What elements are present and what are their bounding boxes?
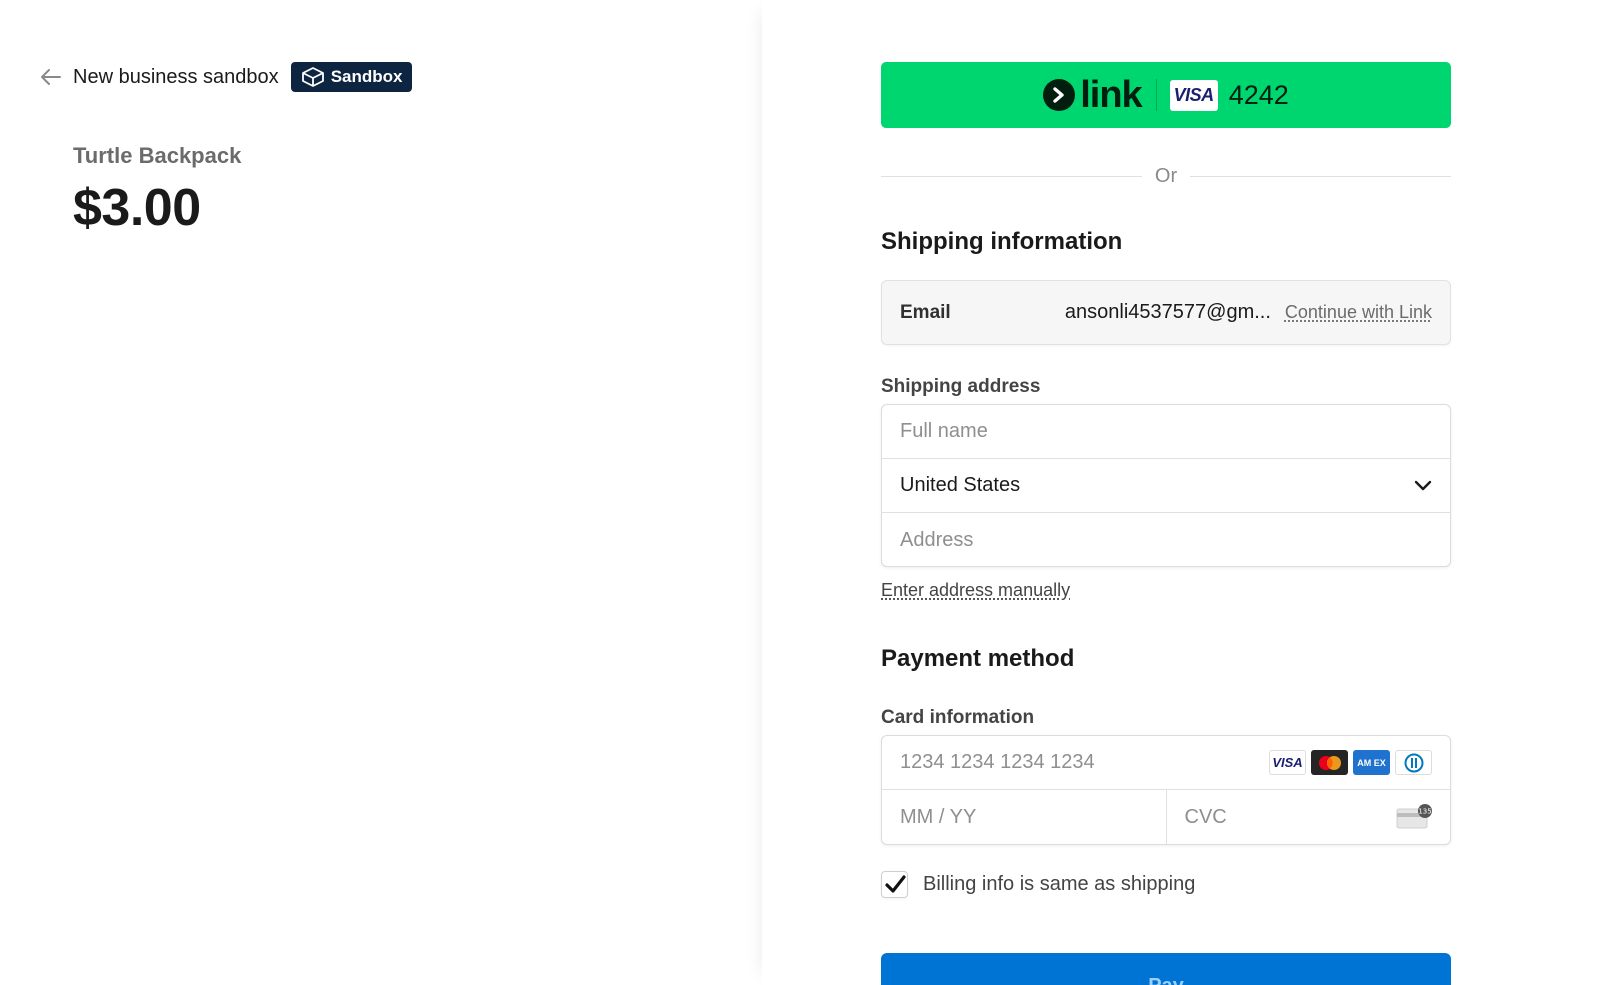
country-select[interactable]: United States [882, 459, 1450, 513]
expiry-input[interactable]: MM / YY [882, 790, 1167, 844]
email-value[interactable]: ansonli4537577@gm... [1060, 301, 1271, 324]
cvc-badge-text: 135 [1418, 808, 1431, 816]
email-field[interactable]: Email ansonli4537577@gm... Continue with… [881, 280, 1451, 345]
or-divider: Or [881, 164, 1451, 188]
card-information-label: Card information [881, 707, 1035, 728]
cvc-card-icon: 135 [1396, 804, 1432, 830]
enter-address-manually-link[interactable]: Enter address manually [881, 580, 1070, 601]
chevron-down-icon [1414, 477, 1432, 495]
cvc-placeholder: CVC [1184, 805, 1227, 828]
or-text: Or [1154, 164, 1178, 187]
country-value: United States [900, 474, 1021, 496]
back-arrow-icon[interactable] [40, 66, 62, 88]
shipping-address-label: Shipping address [881, 376, 1041, 397]
address-placeholder: Address [900, 528, 974, 551]
billing-label: Billing info is same as shipping [923, 873, 1196, 895]
pay-button-label: Pay [1148, 975, 1184, 985]
header: New business sandbox Sandbox [40, 62, 413, 92]
amex-icon: AM EX [1353, 750, 1390, 775]
shipping-address-group: Full name United States Address [881, 404, 1451, 567]
visa-icon: VISA [1169, 79, 1218, 111]
email-label: Email [900, 301, 951, 323]
card-brands: VISA AM EX [1269, 750, 1432, 775]
product-name: Turtle Backpack [73, 143, 242, 168]
address-input[interactable]: Address [882, 513, 1450, 567]
payment-title: Payment method [881, 645, 1075, 672]
card-information-group: 1234 1234 1234 1234 VISA AM EX MM / YY C… [881, 735, 1451, 845]
product-price: $3.00 [73, 179, 201, 237]
expiry-placeholder: MM / YY [900, 805, 977, 828]
link-card-last4: 4242 [1228, 79, 1289, 110]
link-wordmark: link [1080, 74, 1142, 116]
sandbox-label: Sandbox [330, 67, 403, 86]
business-name[interactable]: New business sandbox [73, 66, 279, 89]
billing-checkbox[interactable] [881, 871, 908, 898]
full-name-placeholder: Full name [900, 420, 988, 442]
cube-icon [301, 67, 325, 87]
link-chevron-icon [1043, 79, 1076, 111]
card-number-input[interactable]: 1234 1234 1234 1234 VISA AM EX [882, 736, 1450, 790]
cvc-input[interactable]: CVC 135 [1167, 790, 1451, 844]
link-separator [1155, 79, 1157, 111]
card-number-placeholder: 1234 1234 1234 1234 [900, 751, 1095, 773]
payment-pane: link VISA 4242 Or Shipping information E… [762, 0, 1609, 985]
sandbox-badge: Sandbox [290, 62, 413, 92]
pay-button[interactable]: Pay [881, 953, 1451, 985]
shipping-title: Shipping information [881, 228, 1123, 255]
diners-icon [1395, 750, 1432, 775]
link-pay-button[interactable]: link VISA 4242 [881, 62, 1451, 128]
visa-icon: VISA [1269, 750, 1306, 775]
full-name-input[interactable]: Full name [882, 405, 1450, 459]
billing-same-as-shipping[interactable]: Billing info is same as shipping [881, 871, 1195, 898]
order-summary-pane: New business sandbox Sandbox Turtle Back… [0, 0, 762, 985]
continue-with-link[interactable]: Continue with Link [1285, 302, 1432, 323]
link-logo: link [1043, 74, 1143, 116]
mastercard-icon [1311, 750, 1348, 775]
